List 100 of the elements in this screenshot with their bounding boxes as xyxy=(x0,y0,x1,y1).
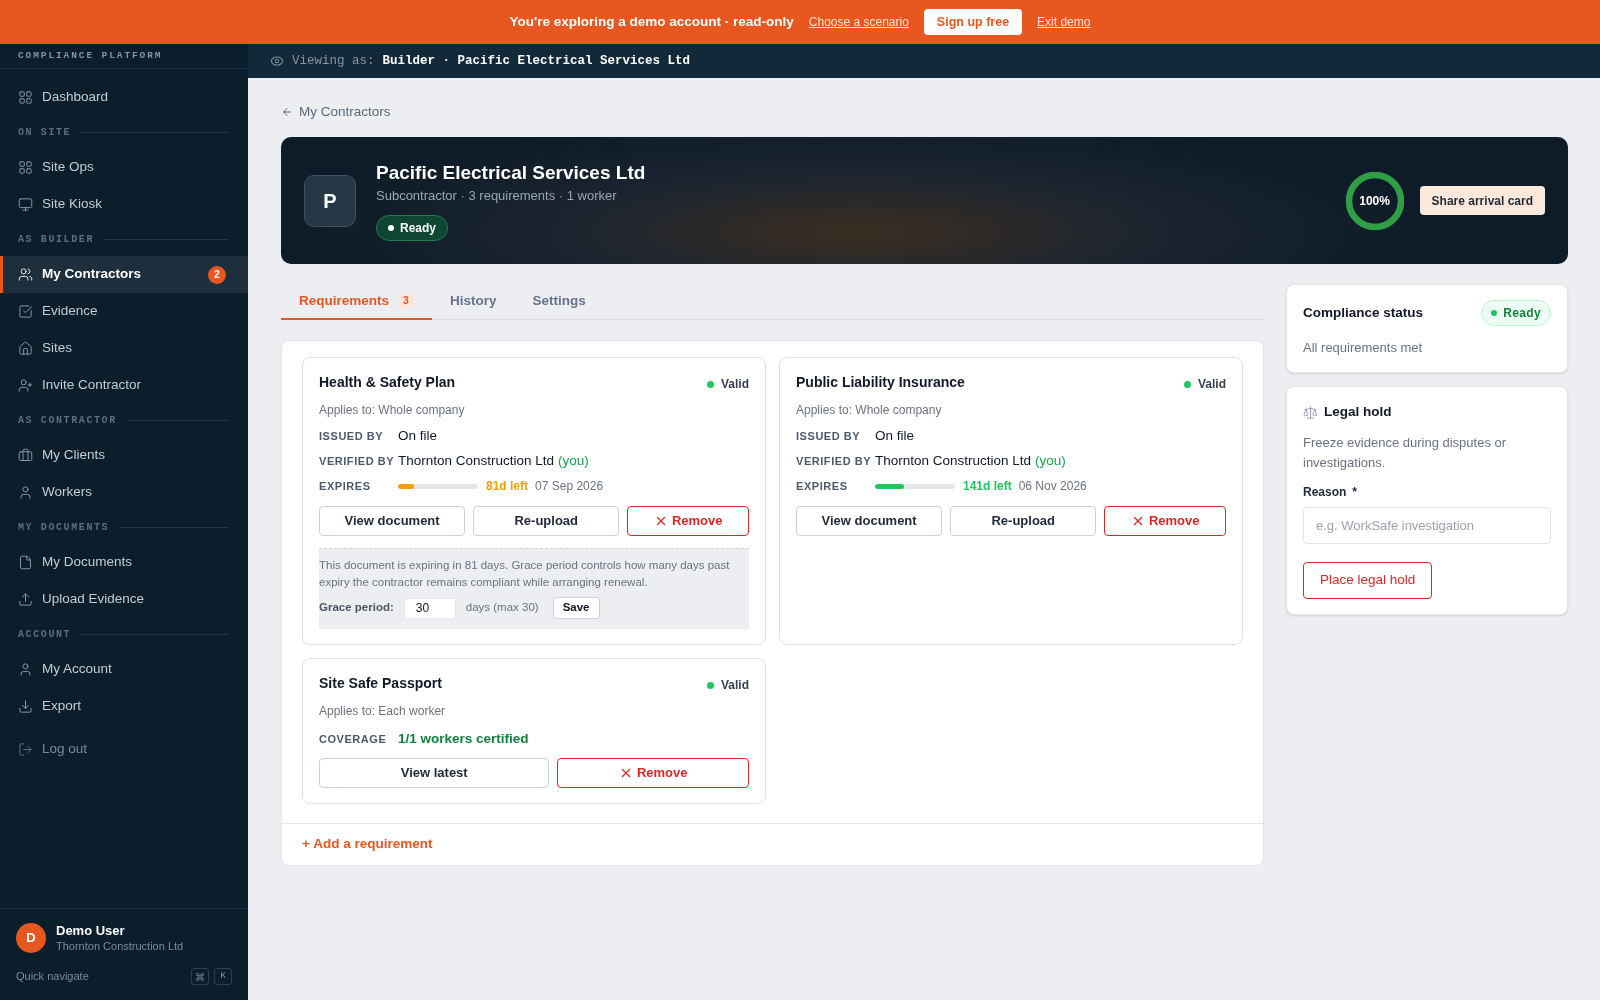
field-label: ISSUED BY xyxy=(796,428,862,444)
field-label: EXPIRES xyxy=(796,478,849,494)
field-value: On file xyxy=(875,427,916,445)
compliance-summary: All requirements met xyxy=(1303,339,1424,357)
company-subtitle: Subcontractor · 3 requirements · 1 worker xyxy=(376,187,617,205)
remove-button[interactable]: Remove xyxy=(557,758,749,788)
grace-period-label: Grace period: xyxy=(319,600,394,616)
brand-label: COMPLIANCE PLATFORM xyxy=(18,48,163,63)
monitor-icon xyxy=(18,197,33,212)
nav-item[interactable]: Invite Contractor xyxy=(0,367,248,404)
logout-link[interactable]: Log out xyxy=(0,731,248,768)
applies-to-text: Applies to: Whole company xyxy=(319,402,466,418)
status-label: Ready xyxy=(1503,305,1541,322)
save-button[interactable]: Save xyxy=(552,597,600,619)
upload-icon xyxy=(18,592,33,607)
download-icon xyxy=(18,699,33,714)
section-heading: AS CONTRACTOR xyxy=(18,414,117,428)
viewing-label: Viewing as: xyxy=(292,52,375,70)
legal-hold-description: Freeze evidence during disputes or investigations. xyxy=(1303,434,1508,472)
user-avatar: D xyxy=(16,923,46,953)
action-button[interactable]: View document xyxy=(319,506,466,536)
expiry-date: 06 Nov 2026 xyxy=(1018,478,1087,495)
action-button[interactable]: Re-upload xyxy=(473,506,620,536)
signup-button[interactable]: Sign up free xyxy=(923,9,1023,35)
field-label: EXPIRES xyxy=(319,478,372,494)
field-label: ISSUED BY xyxy=(319,428,385,444)
arrow-left-icon xyxy=(281,106,293,118)
field-value: Thornton Construction Ltd xyxy=(398,452,555,470)
requirement-title: Public Liability Insurance xyxy=(796,373,965,392)
applies-to-text: Applies to: Each worker xyxy=(319,703,447,719)
days-left: 81d left xyxy=(486,478,528,495)
section-heading: ON SITE xyxy=(18,126,72,140)
coverage-value: 1/1 workers certified xyxy=(398,730,530,748)
command-key-icon xyxy=(191,968,209,985)
nav-item[interactable]: My Account xyxy=(0,651,248,688)
count-badge: 3 xyxy=(398,293,415,309)
remove-button[interactable]: Remove xyxy=(627,506,749,536)
person-icon xyxy=(18,485,33,500)
requirement-title: Health & Safety Plan xyxy=(319,373,456,392)
nav-item[interactable]: Export xyxy=(0,688,248,725)
nav-item[interactable]: My Contractors 2 xyxy=(0,256,248,293)
action-button[interactable]: View latest xyxy=(319,758,550,788)
legal-hold-button[interactable]: Place legal hold xyxy=(1303,562,1433,599)
company-avatar: P xyxy=(304,174,356,227)
section-heading: ACCOUNT xyxy=(18,628,72,642)
action-button[interactable]: Re-upload xyxy=(950,506,1097,536)
card-title: Legal hold xyxy=(1324,402,1392,421)
status-label: Valid xyxy=(721,677,749,694)
tab[interactable]: History xyxy=(432,284,515,320)
status-label: Ready xyxy=(400,220,437,237)
field-value: Thornton Construction Ltd xyxy=(875,452,1032,470)
field-label: COVERAGE xyxy=(319,731,388,747)
field-value: On file xyxy=(398,427,439,445)
nav-item[interactable]: Workers xyxy=(0,474,248,511)
field-label: Reason xyxy=(1303,484,1347,501)
nav-item[interactable]: Evidence xyxy=(0,293,248,330)
field-label: VERIFIED BY xyxy=(796,453,873,469)
eye-icon xyxy=(270,54,284,68)
keyboard-key: K xyxy=(214,968,232,985)
reason-input[interactable]: e.g. WorkSafe investigation xyxy=(1303,507,1551,544)
nav-item[interactable]: Upload Evidence xyxy=(0,581,248,618)
nav-item[interactable]: Site Kiosk xyxy=(0,186,248,223)
house-icon xyxy=(18,341,33,356)
grace-period-hint: days (max 30) xyxy=(465,600,539,616)
requirement-title: Site Safe Passport xyxy=(319,674,442,693)
status-label: Valid xyxy=(1198,376,1226,393)
card-title: Compliance status xyxy=(1303,303,1424,322)
field-label: VERIFIED BY xyxy=(319,453,396,469)
scale-icon xyxy=(1303,404,1318,420)
count-badge: 2 xyxy=(208,265,226,284)
applies-to-text: Applies to: Whole company xyxy=(796,402,943,418)
section-heading: MY DOCUMENTS xyxy=(18,521,110,535)
status-label: Valid xyxy=(721,376,749,393)
banner-message: You're exploring a demo account · read-only xyxy=(509,12,794,31)
share-button[interactable]: Share arrival card xyxy=(1419,186,1545,215)
user-plus-icon xyxy=(18,378,33,393)
nav-item[interactable]: Site Ops xyxy=(0,149,248,186)
user-name: Demo User xyxy=(56,922,126,939)
nav-item[interactable]: My Documents xyxy=(0,544,248,581)
grid-icon xyxy=(18,90,33,105)
section-heading: AS BUILDER xyxy=(18,233,94,247)
days-left: 141d left xyxy=(963,478,1012,495)
tab[interactable]: Settings xyxy=(514,284,604,320)
nav-item[interactable]: Sites xyxy=(0,330,248,367)
users-icon xyxy=(18,267,33,282)
remove-button[interactable]: Remove xyxy=(1104,506,1226,536)
action-button[interactable]: View document xyxy=(796,506,943,536)
briefcase-icon xyxy=(18,448,33,463)
file-icon xyxy=(18,555,33,570)
logout-icon xyxy=(18,742,33,757)
grace-period-input[interactable]: 30 xyxy=(403,597,456,619)
back-link[interactable]: My Contractors xyxy=(281,102,391,122)
nav-item[interactable]: My Clients xyxy=(0,437,248,474)
add-requirement-link[interactable]: + Add a requirement xyxy=(302,834,433,855)
person-icon xyxy=(18,662,33,677)
progress-ring xyxy=(1345,171,1404,230)
grid-icon xyxy=(18,160,33,175)
nav-item[interactable]: Dashboard xyxy=(0,79,248,116)
expiry-date: 07 Sep 2026 xyxy=(535,478,604,495)
verifier-note: (you) xyxy=(1035,452,1066,470)
